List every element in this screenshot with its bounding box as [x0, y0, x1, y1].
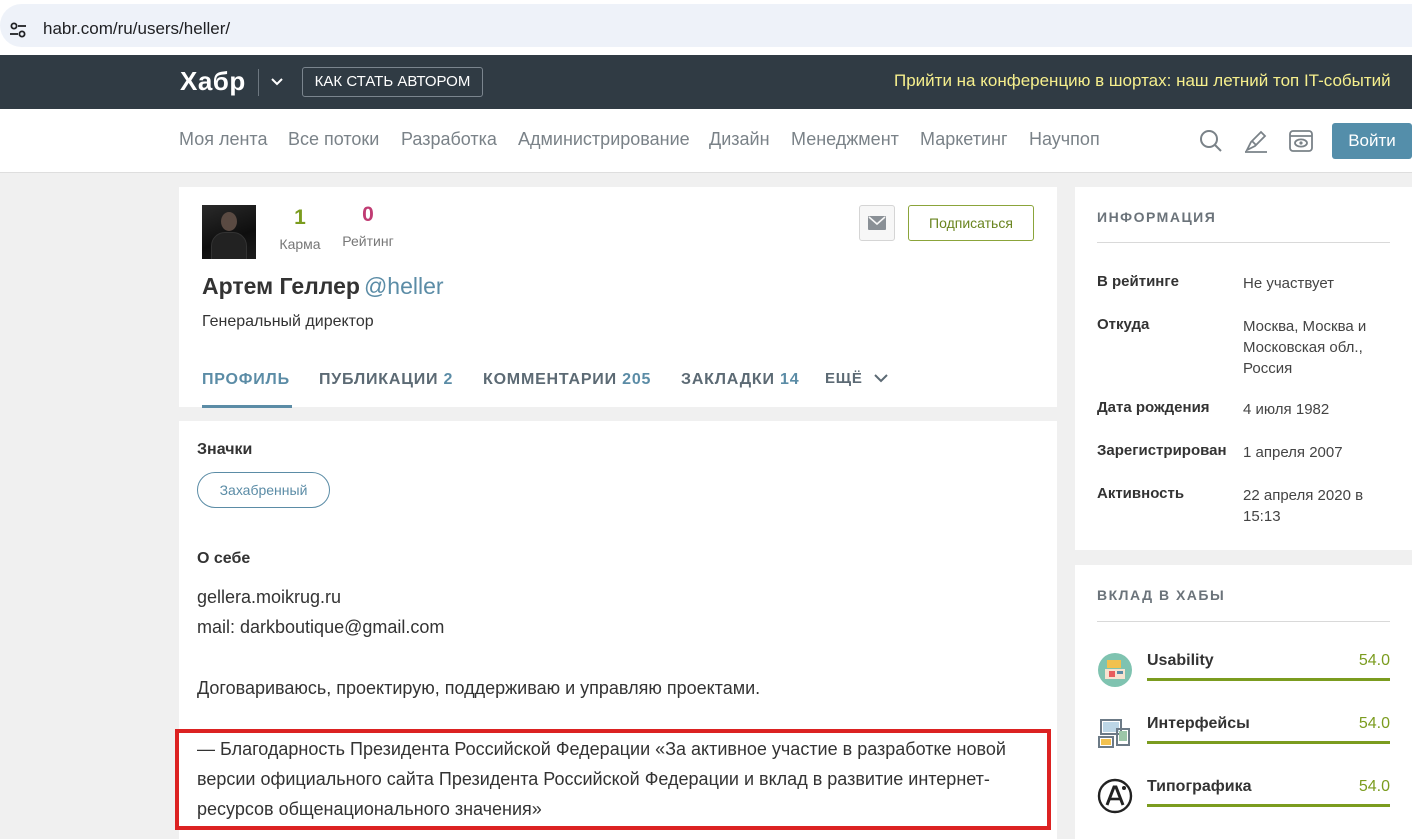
about-award-quote: — Благодарность Президента Российской Фе… [197, 739, 1006, 819]
hub-usability[interactable]: Usability 54.0 [1097, 652, 1390, 702]
about-email: mail: darkboutique@gmail.com [197, 617, 445, 637]
tab-comments[interactable]: КОММЕНТАРИИ 205 [483, 371, 651, 389]
user-job-title: Генеральный директор [202, 313, 374, 330]
mail-icon [868, 216, 886, 230]
tab-publications-label: ПУБЛИКАЦИИ [319, 371, 439, 388]
avatar-body [211, 232, 247, 259]
search-icon[interactable] [1198, 128, 1224, 154]
hubs-contribution-card: ВКЛАД В ХАБЫ Usability 54.0 Интерфейсы 5… [1075, 565, 1412, 839]
login-button[interactable]: Войти [1332, 123, 1412, 159]
rating-label: Рейтинг [342, 233, 394, 249]
hub-name: Интерфейсы [1147, 715, 1250, 732]
user-nickname[interactable]: @heller [364, 273, 444, 299]
tab-bookmarks-count: 14 [780, 371, 800, 388]
hub-name: Типографика [1147, 778, 1252, 795]
tab-comments-label: КОММЕНТАРИИ [483, 371, 617, 388]
hub-contribution-bar [1147, 804, 1390, 807]
hubs-title: ВКЛАД В ХАБЫ [1097, 587, 1226, 603]
hub-contribution-bar [1147, 678, 1390, 681]
info-divider [1097, 242, 1390, 243]
profile-card: 1 Карма 0 Рейтинг Подписаться Артем Гелл… [179, 187, 1057, 408]
info-value: 4 июля 1982 [1243, 401, 1330, 418]
info-key: Зарегистрирован [1097, 442, 1227, 459]
avatar[interactable] [202, 205, 256, 259]
info-value: 22 апреля 2020 в 15:13 [1243, 487, 1364, 525]
about-moikrug-link[interactable]: gellera.moikrug.ru [197, 582, 341, 612]
typography-hub-icon [1097, 778, 1133, 814]
rating-stat[interactable]: 0 Рейтинг [340, 203, 396, 249]
promo-banner-link[interactable]: Прийти на конференцию в шортах: наш летн… [894, 71, 1412, 91]
hub-value: 54.0 [1358, 652, 1390, 669]
tab-more[interactable]: ЕЩЁ [825, 370, 888, 387]
info-key: Активность [1097, 485, 1185, 502]
usability-hub-icon [1098, 653, 1132, 687]
badge-habred[interactable]: Захабренный [197, 472, 330, 508]
badges-title: Значки [197, 441, 253, 458]
info-key: В рейтинге [1097, 273, 1179, 290]
interfaces-hub-icon [1098, 719, 1130, 748]
nav-item-popsci[interactable]: Научпоп [1029, 129, 1100, 150]
send-message-button[interactable] [859, 205, 895, 241]
karma-label: Карма [279, 236, 321, 252]
logo-divider [258, 69, 259, 96]
user-full-name: Артем Геллер [202, 273, 360, 299]
chevron-down-icon [873, 374, 888, 383]
browser-address-bar: habr.com/ru/users/heller/ [0, 0, 1412, 55]
eye-icon[interactable] [1288, 128, 1314, 154]
hub-typography[interactable]: Типографика 54.0 [1097, 778, 1390, 828]
about-title: О себе [197, 550, 251, 567]
hub-name: Usability [1147, 652, 1214, 669]
tab-publications-count: 2 [443, 371, 454, 388]
about-summary: Договариваюсь, проектирую, поддерживаю и… [197, 678, 761, 698]
hub-contribution-bar [1147, 741, 1390, 744]
info-value[interactable]: Москва, Москва и Московская обл., Россия [1243, 316, 1393, 379]
active-tab-indicator [202, 405, 292, 408]
tab-profile[interactable]: ПРОФИЛЬ [202, 371, 290, 389]
nav-item-administration[interactable]: Администрирование [518, 129, 690, 150]
tab-more-label: ЕЩЁ [825, 370, 863, 387]
pen-icon[interactable] [1243, 128, 1269, 154]
info-value: 1 апреля 2007 [1243, 444, 1343, 461]
karma-value: 1 [294, 206, 306, 229]
rating-value: 0 [362, 203, 374, 226]
nav-item-design[interactable]: Дизайн [709, 129, 770, 150]
hub-value: 54.0 [1358, 778, 1390, 795]
info-title: ИНФОРМАЦИЯ [1097, 209, 1217, 225]
nav-item-all-streams[interactable]: Все потоки [288, 129, 379, 150]
how-to-become-author-button[interactable]: КАК СТАТЬ АВТОРОМ [302, 67, 483, 97]
tab-bookmarks[interactable]: ЗАКЛАДКИ 14 [681, 371, 799, 389]
tab-publications[interactable]: ПУБЛИКАЦИИ 2 [319, 371, 453, 389]
nav-item-marketing[interactable]: Маркетинг [920, 129, 1008, 150]
chevron-down-icon[interactable] [270, 75, 284, 89]
user-name-line: Артем Геллер @heller [202, 273, 444, 300]
nav-item-development[interactable]: Разработка [401, 129, 497, 150]
site-settings-icon[interactable] [8, 20, 28, 40]
url-text[interactable]: habr.com/ru/users/heller/ [43, 19, 230, 39]
top-header: Хабр КАК СТАТЬ АВТОРОМ Прийти на конфере… [0, 55, 1412, 109]
url-field[interactable]: habr.com/ru/users/heller/ [0, 4, 1412, 47]
karma-stat[interactable]: 1 Карма [278, 206, 322, 252]
info-key: Откуда [1097, 316, 1150, 333]
avatar-head [221, 212, 237, 231]
hubs-navigation: Моя лента Все потоки Разработка Админист… [0, 109, 1412, 173]
subscribe-button[interactable]: Подписаться [908, 205, 1034, 241]
tab-profile-label: ПРОФИЛЬ [202, 371, 290, 388]
nav-item-my-feed[interactable]: Моя лента [179, 129, 267, 150]
nav-item-management[interactable]: Менеджмент [791, 129, 899, 150]
info-value: Не участвует [1243, 275, 1335, 292]
info-key: Дата рождения [1097, 399, 1210, 416]
hub-value: 54.0 [1358, 715, 1390, 732]
hubs-divider [1097, 621, 1390, 622]
tab-comments-count: 205 [622, 371, 652, 388]
habr-logo[interactable]: Хабр [180, 66, 246, 97]
info-card: ИНФОРМАЦИЯ В рейтинге Не участвует Откуд… [1075, 187, 1412, 550]
tab-bookmarks-label: ЗАКЛАДКИ [681, 371, 775, 388]
hub-interfaces[interactable]: Интерфейсы 54.0 [1097, 715, 1390, 765]
